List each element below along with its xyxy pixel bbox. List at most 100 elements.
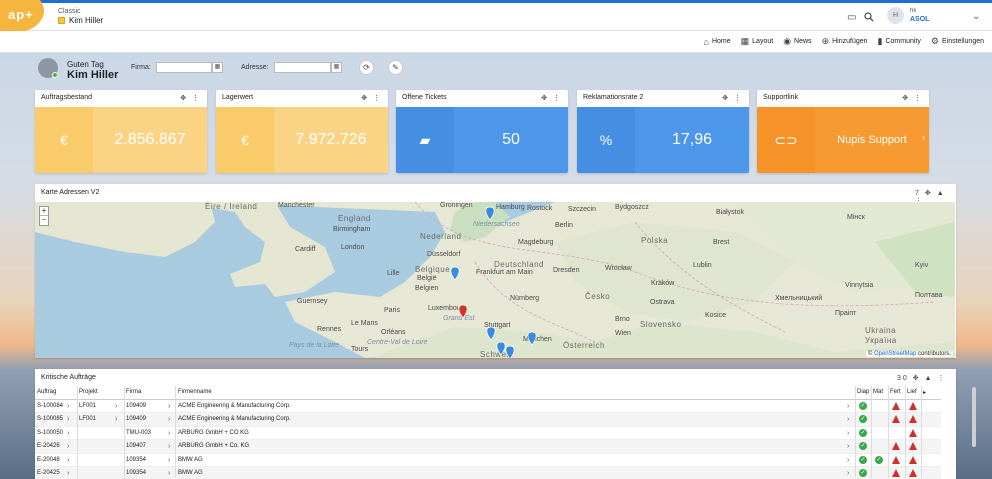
row-chevron-icon[interactable]: › <box>168 430 170 437</box>
cell-firma: 109354 <box>126 470 147 476</box>
row-chevron-icon[interactable]: › <box>847 457 849 464</box>
kpi-card[interactable]: Offene Tickets ✥ ⋮ ▰ 50 <box>396 90 568 173</box>
row-chevron-icon[interactable]: › <box>168 443 170 450</box>
app-logo[interactable]: ap+ <box>0 0 44 33</box>
card-value: Nupis Support <box>837 134 907 146</box>
collapse-icon[interactable]: ▲ <box>937 190 946 197</box>
card-controls[interactable]: ✥ ⋮ <box>722 94 743 102</box>
map-label: Magdeburg <box>518 239 554 246</box>
map-label: Luxembourg <box>428 305 467 312</box>
refresh-button[interactable]: ⟳ <box>359 60 374 75</box>
column-header[interactable]: Firma <box>126 389 141 395</box>
user-square-icon <box>58 17 65 24</box>
card-body[interactable]: ⊂⊃ Nupis Support <box>757 107 929 173</box>
column-header[interactable]: Fert <box>890 389 901 395</box>
card-controls[interactable]: ✥ ⋮ <box>180 94 201 102</box>
card-body[interactable]: € 7.972.726 <box>216 107 388 173</box>
firma-input[interactable] <box>156 62 212 73</box>
zoom-out-button[interactable]: − <box>40 216 48 225</box>
menu-community[interactable]: ▮ Community <box>878 36 921 47</box>
kpi-card[interactable]: Reklamationsrate 2 ✥ ⋮ % 17,96 <box>577 90 749 173</box>
menu-gear[interactable]: ⚙ Einstellungen <box>931 36 984 47</box>
menu-add[interactable]: ⊕ Hinzufügen <box>822 36 868 47</box>
menu-home[interactable]: ⌂ Home <box>704 37 731 47</box>
row-chevron-icon[interactable]: › <box>168 403 170 410</box>
table-row[interactable]: E-20425 109354 BMW AG › › › ✓ <box>35 467 941 479</box>
user-context[interactable]: Kim Hiller <box>58 16 103 25</box>
card-controls[interactable]: ✥ ⋮ <box>541 94 562 102</box>
card-controls[interactable]: ✥ ⋮ <box>902 94 923 102</box>
row-chevron-icon[interactable]: › <box>67 443 69 450</box>
cell-projekt: LF001 <box>79 416 97 422</box>
adresse-input[interactable] <box>274 62 331 73</box>
row-chevron-icon[interactable]: › <box>847 416 849 423</box>
card-body[interactable]: ▰ 50 <box>396 107 568 173</box>
menu-layout[interactable]: ▦ Layout <box>741 36 774 47</box>
map-label: Tours <box>351 346 369 353</box>
table-row[interactable]: S-100050 TMU-003 ARBURG GmbH + CO KG › › › ✓ <box>35 427 941 440</box>
menu-news[interactable]: ◉ News <box>783 36 811 47</box>
column-header[interactable]: Firmenname <box>178 389 212 395</box>
card-body[interactable]: € 2.856.867 <box>35 107 207 173</box>
monitor-icon[interactable]: ▭ <box>847 12 856 23</box>
more-icon[interactable]: ⋮ <box>937 375 946 382</box>
chevron-right-icon[interactable]: › <box>922 132 925 142</box>
table-scrollbar[interactable] <box>972 387 976 447</box>
search-icon[interactable] <box>864 12 874 25</box>
logo-text: ap+ <box>8 7 34 22</box>
row-chevron-icon[interactable]: › <box>67 430 69 437</box>
column-header[interactable]: Diap <box>857 389 869 395</box>
calendar-icon[interactable]: ▦ <box>212 62 223 73</box>
row-chevron-icon[interactable]: › <box>67 457 69 464</box>
column-header[interactable]: Auftrag <box>37 389 56 395</box>
row-chevron-icon[interactable]: › <box>67 403 69 410</box>
row-chevron-icon[interactable]: › <box>67 470 69 477</box>
column-more-icon[interactable]: ▸ <box>923 389 926 396</box>
map-label: Ostrava <box>650 299 675 306</box>
column-header[interactable]: Projekt <box>79 389 98 395</box>
cell-firma: 109407 <box>126 443 147 449</box>
map-label: Cardiff <box>295 246 316 253</box>
move-icon[interactable]: ✥ <box>925 190 933 197</box>
column-header[interactable]: Lief <box>907 389 917 395</box>
map-panel: Karte Adressen V2 7 ✥ ▲ ⋮ +− Éire / Irel… <box>35 184 956 358</box>
row-chevron-icon[interactable]: › <box>168 457 170 464</box>
row-chevron-icon[interactable]: › <box>847 403 849 410</box>
zoom-control: + − <box>39 206 49 226</box>
map-label: Groningen <box>440 202 473 209</box>
avatar[interactable]: H <box>887 7 904 24</box>
edit-button[interactable]: ✎ <box>388 60 403 75</box>
table-row[interactable]: E-20048 109354 BMW AG › › › ✓ ✓ <box>35 454 941 467</box>
calendar-icon[interactable]: ▦ <box>331 62 342 73</box>
row-chevron-icon[interactable]: › <box>168 470 170 477</box>
row-chevron-icon[interactable]: › <box>67 416 69 423</box>
row-chevron-icon[interactable]: › <box>847 430 849 437</box>
map-label: Niedersachsen <box>473 221 520 228</box>
column-header[interactable]: Mat <box>873 389 883 395</box>
map-label: Grand Est <box>443 315 475 322</box>
table-row[interactable]: S-100085 LF001 109409 ACME Engineering & Ma… <box>35 413 941 427</box>
row-chevron-icon[interactable]: › <box>115 403 117 410</box>
chevron-down-icon[interactable]: ⌄ <box>972 11 980 22</box>
card-symbol-icon: € <box>216 107 274 173</box>
card-controls[interactable]: ✥ ⋮ <box>361 94 382 102</box>
map-label: Birmingham <box>333 226 371 233</box>
card-body[interactable]: % 17,96 <box>577 107 749 173</box>
row-chevron-icon[interactable]: › <box>115 416 117 423</box>
collapse-icon[interactable]: ▲ <box>925 375 934 382</box>
osm-link[interactable]: OpenStreetMap <box>874 351 916 357</box>
kpi-card[interactable]: Auftragsbestand ✥ ⋮ € 2.856.867 <box>35 90 207 173</box>
table-row[interactable]: E-20426 109407 ARBURG GmbH + Co. KG › › › ✓ <box>35 440 941 454</box>
row-chevron-icon[interactable]: › <box>168 416 170 423</box>
link-icon: ⊂⊃ <box>757 107 815 173</box>
table-row[interactable]: S-100084 LF001 109409 ACME Engineering & Ma… <box>35 400 941 413</box>
row-chevron-icon[interactable]: › <box>847 470 849 477</box>
card-header: Auftragsbestand ✥ ⋮ <box>35 90 207 107</box>
move-icon[interactable]: ✥ <box>913 375 921 382</box>
row-chevron-icon[interactable]: › <box>847 443 849 450</box>
kpi-card[interactable]: Lagerwert ✥ ⋮ € 7.972.726 <box>216 90 388 173</box>
map-label: Lille <box>387 270 400 277</box>
map-view[interactable]: + − Éire / Ireland Manchester England Birmin… <box>35 202 955 358</box>
card-header: Supportlink ✥ ⋮ <box>757 90 929 107</box>
kpi-card[interactable]: Supportlink ✥ ⋮ ⊂⊃ Nupis Support › <box>757 90 929 173</box>
